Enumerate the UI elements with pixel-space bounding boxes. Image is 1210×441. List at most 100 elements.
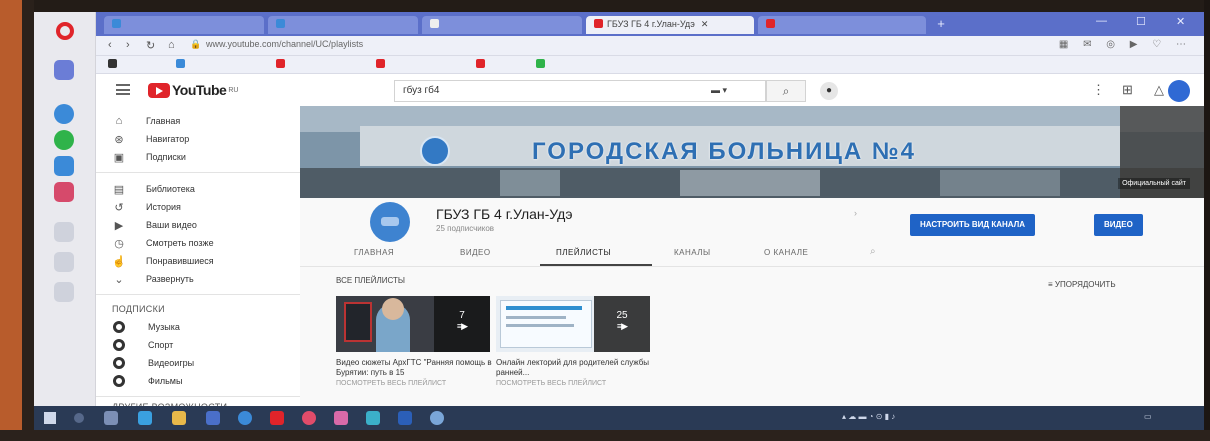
sidebar-divider [96, 294, 300, 295]
channel-avatar-icon [113, 375, 125, 387]
mail-icon[interactable] [206, 411, 220, 425]
app-taskbar-icon[interactable] [366, 411, 380, 425]
microphone-icon[interactable]: ● [820, 82, 838, 100]
subscription-item-gaming[interactable]: Видеоигры [96, 354, 300, 372]
windows-start-icon[interactable] [44, 412, 56, 424]
address-bar-actions[interactable]: ▦ ✉ ◎ ▶ ♡ ⋯ [1059, 39, 1192, 50]
channel-name: ГБУЗ ГБ 4 г.Улан-Удэ [436, 206, 573, 222]
maximize-icon[interactable]: ☐ [1136, 15, 1146, 28]
bookmark-item[interactable] [176, 59, 192, 69]
playlist-title[interactable]: Видео сюжеты АрхГТС "Ранняя помощь в Бур… [336, 358, 492, 378]
home-browser-icon[interactable]: ⌂ [168, 39, 175, 51]
opera-taskbar-icon[interactable] [270, 411, 284, 425]
minimize-icon[interactable]: — [1096, 15, 1107, 27]
task-view-icon[interactable] [104, 411, 118, 425]
browser-tab[interactable] [758, 16, 926, 34]
sidebar-item-your-videos[interactable]: ▶ Ваши видео [96, 216, 300, 234]
playlist-thumbnail[interactable]: 25 ≡▶ [496, 296, 650, 352]
history-icon: ↺ [114, 201, 124, 214]
channel-search-icon[interactable]: ⌕ [870, 246, 876, 257]
search-taskbar-icon[interactable] [74, 413, 84, 423]
tab-about[interactable]: О канале [764, 248, 808, 257]
avatar[interactable] [1168, 80, 1190, 102]
library-icon: ▤ [113, 183, 125, 196]
search-input[interactable]: гбуз гб4 ▬ ▾ [394, 80, 766, 102]
sidebar-item-explore[interactable]: ⊛ Навигатор [96, 130, 300, 148]
new-tab-icon[interactable]: + [932, 16, 950, 32]
tab-videos[interactable]: Видео [460, 248, 491, 257]
url-field[interactable]: www.youtube.com/channel/UC/playlists [206, 39, 846, 53]
bookmark-item[interactable] [536, 59, 552, 69]
sidebar-item-label: Музыка [148, 322, 180, 332]
whatsapp-icon[interactable] [54, 130, 74, 150]
browser-tab[interactable] [422, 16, 582, 34]
clock[interactable]: ▭ [1144, 412, 1152, 421]
back-icon[interactable]: ‹ [108, 39, 112, 51]
close-window-icon[interactable]: ✕ [1176, 15, 1185, 28]
sort-button[interactable]: ≡ Упорядочить [1048, 280, 1116, 289]
sort-icon: ≡ [1048, 280, 1055, 289]
manage-videos-button[interactable]: Видео [1094, 214, 1143, 236]
sidebar-item-subscriptions[interactable]: ▣ Подписки [96, 148, 300, 166]
close-tab-icon[interactable]: ✕ [701, 19, 709, 29]
sidebar-item-history[interactable]: ↺ История [96, 198, 300, 216]
banner-title: ГОРОДСКАЯ БОЛЬНИЦА №4 [532, 138, 916, 165]
apps-icon[interactable]: ⊞ [1122, 82, 1133, 98]
thumbnail-slide-bar [506, 306, 582, 310]
view-full-playlist-link[interactable]: Посмотреть весь плейлист [496, 380, 606, 387]
bookmark-item[interactable] [276, 59, 292, 69]
app-taskbar-icon[interactable] [430, 411, 444, 425]
bookmark-item[interactable] [376, 59, 392, 69]
app-taskbar-icon[interactable] [302, 411, 316, 425]
system-tray[interactable]: ▴ ☁ ▬ ◔ ⊙ ▮ ♪ [842, 412, 895, 421]
sidebar-item-liked[interactable]: ☝ Понравившиеся [96, 252, 300, 270]
subscriptions-heading: Подписки [112, 304, 165, 314]
bookmark-item[interactable] [108, 59, 124, 69]
vk-icon[interactable] [54, 156, 74, 176]
playlist-title[interactable]: Онлайн лекторий для родителей службы ран… [496, 358, 652, 378]
monitor-bezel-bottom [0, 430, 1210, 441]
search-button[interactable]: ⌕ [766, 80, 806, 102]
instagram-icon[interactable] [54, 182, 74, 202]
playlist-count: 25 [616, 310, 628, 321]
sidebar-item-home[interactable]: ⌂ Главная [96, 112, 300, 130]
browser-tab[interactable] [104, 16, 264, 34]
ie-icon[interactable] [238, 411, 252, 425]
view-full-playlist-link[interactable]: Посмотреть весь плейлист [336, 380, 446, 387]
youtube-logo[interactable]: YouTube RU [148, 82, 238, 98]
file-explorer-icon[interactable] [172, 411, 186, 425]
speed-dial-icon[interactable] [54, 60, 74, 80]
sidebar-item-expand[interactable]: ⌄ Развернуть [96, 270, 300, 288]
tab-channels[interactable]: Каналы [674, 248, 711, 257]
tab-home[interactable]: Главная [354, 248, 394, 257]
forward-icon[interactable]: › [126, 39, 130, 51]
bookmark-item[interactable] [476, 59, 492, 69]
banner-link-badge[interactable]: Официальный сайт [1118, 178, 1190, 189]
browser-tab[interactable] [268, 16, 418, 34]
subscription-item-music[interactable]: Музыка [96, 318, 300, 336]
settings-sidebar-icon[interactable] [54, 282, 74, 302]
opera-logo-icon[interactable] [56, 22, 74, 40]
keyboard-icon[interactable]: ▬ ▾ [711, 85, 727, 96]
bookmarks-sidebar-icon[interactable] [54, 252, 74, 272]
browser-tab-active[interactable]: ГБУЗ ГБ 4 г.Улан-Удэ ✕ [586, 16, 754, 34]
sidebar-item-watch-later[interactable]: ◷ Смотреть позже [96, 234, 300, 252]
create-video-icon[interactable]: ⋮ [1092, 82, 1105, 98]
edge-icon[interactable] [138, 411, 152, 425]
playlists-heading: Все плейлисты [336, 276, 405, 285]
tab-playlists[interactable]: Плейлисты [556, 248, 611, 257]
menu-icon[interactable] [116, 84, 130, 95]
subscription-item-movies[interactable]: Фильмы [96, 372, 300, 390]
app-taskbar-icon[interactable] [334, 411, 348, 425]
channel-avatar[interactable] [370, 202, 410, 242]
messenger-icon[interactable] [54, 104, 74, 124]
word-icon[interactable] [398, 411, 412, 425]
history-sidebar-icon[interactable] [54, 222, 74, 242]
playlist-thumbnail[interactable]: 7 ≡▶ [336, 296, 490, 352]
notifications-icon[interactable]: △ [1154, 82, 1164, 98]
sidebar-item-library[interactable]: ▤ Библиотека [96, 180, 300, 198]
subscription-item-sport[interactable]: Спорт [96, 336, 300, 354]
subscriptions-icon: ▣ [113, 151, 125, 164]
customize-channel-button[interactable]: Настроить вид канала [910, 214, 1036, 236]
reload-icon[interactable]: ↻ [146, 39, 155, 52]
